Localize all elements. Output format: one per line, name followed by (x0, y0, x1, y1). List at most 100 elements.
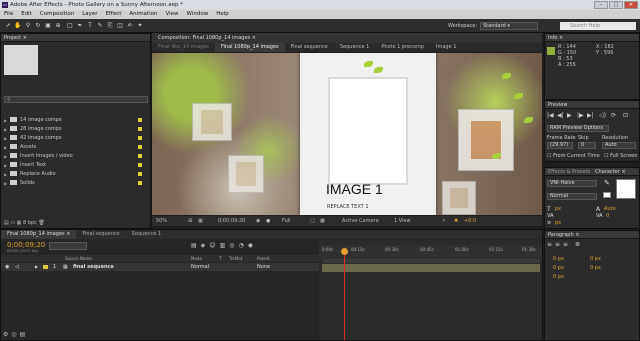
menu-view[interactable]: View (165, 10, 178, 19)
info-tab[interactable]: Info × (545, 34, 639, 42)
roi-icon[interactable]: ▢ (310, 216, 315, 226)
tab-character[interactable]: Character × (595, 169, 625, 175)
composition-viewer[interactable]: IMAGE 1 REPLACE TEXT 1 (152, 53, 542, 215)
tab-sequence-1[interactable]: Sequence 1 (334, 43, 375, 52)
current-timecode[interactable]: 0;00;09;20 (7, 241, 45, 249)
safe-zones-icon[interactable]: ⊞ (188, 216, 192, 226)
frame-blend-icon[interactable]: ▥ (220, 242, 230, 249)
resolution-field[interactable]: Auto (602, 142, 636, 149)
first-frame-button[interactable]: |◀ (547, 112, 554, 119)
space-after-field[interactable]: 0 px (590, 265, 601, 271)
playhead[interactable] (344, 250, 345, 340)
align-right-icon[interactable]: ≡ (563, 241, 568, 248)
timeline-search-input[interactable] (49, 242, 87, 250)
tab-photo-1-precomp[interactable]: Photo 1 precomp (375, 43, 430, 52)
play-button[interactable]: ▶ (567, 112, 572, 119)
expand-icon[interactable]: ▶ (35, 263, 38, 271)
resolution-dropdown[interactable]: Full (282, 216, 291, 226)
zoom-tool-icon[interactable]: ⚲ (24, 22, 32, 30)
project-item[interactable]: ▶ Replace Audio (4, 170, 144, 179)
interpret-icon[interactable]: ▤ (4, 220, 9, 226)
workspace-dropdown[interactable]: Standard ▾ (480, 22, 538, 30)
project-item[interactable]: ▶ 28 image comps (4, 125, 144, 134)
pen-tool-icon[interactable]: ✒ (76, 22, 84, 30)
frame-rate-field[interactable]: (29.97) (547, 142, 573, 149)
ram-preview-options-dropdown[interactable]: RAM Preview Options (547, 125, 609, 132)
rect-tool-icon[interactable]: □ (66, 22, 74, 30)
minimize-button[interactable]: – (594, 1, 608, 9)
time-ruler[interactable]: 0:00s 00:15s 00:30s 00:45s 01:00s 01:15s… (319, 245, 542, 259)
label-color-icon[interactable] (138, 172, 142, 176)
paragraph-tab[interactable]: Paragraph × (545, 231, 639, 239)
arrow-tool-icon[interactable]: ➚ (4, 22, 12, 30)
puppet-tool-icon[interactable]: ✦ (136, 22, 144, 30)
project-item[interactable]: ▶ Insert Images / video (4, 152, 144, 161)
next-frame-button[interactable]: |▶ (577, 112, 584, 119)
justify-icon[interactable]: ≣ (575, 241, 580, 248)
first-line-indent-field[interactable]: 0 px (553, 274, 564, 280)
label-color-icon[interactable] (43, 265, 48, 269)
exposure-icon[interactable]: ✺ (454, 216, 458, 226)
skip-field[interactable]: 0 (578, 142, 596, 149)
work-area-bar[interactable] (322, 259, 540, 263)
close-button[interactable]: ✕ (624, 1, 638, 9)
col-mode[interactable]: Mode (191, 255, 202, 262)
fill-color-swatch[interactable] (616, 179, 636, 199)
magnification-dropdown[interactable]: 50% (156, 216, 167, 226)
grid-icon[interactable]: ▦ (198, 216, 203, 226)
col-parent[interactable]: Parent (257, 255, 270, 262)
font-size-field[interactable]: px (555, 206, 561, 212)
toggle-modes-icon[interactable]: ◎ (11, 331, 19, 338)
last-frame-button[interactable]: ▶| (587, 112, 594, 119)
graph-editor-icon[interactable]: ◔ (238, 242, 247, 249)
layer-row[interactable]: ◉ ◁ ▶ 1 ▦ final sequence Normal None (1, 263, 319, 271)
eraser-tool-icon[interactable]: ◫ (116, 22, 124, 30)
menu-animation[interactable]: Animation (129, 10, 157, 19)
leading-field[interactable]: Auto (604, 206, 616, 212)
search-help-input[interactable]: Search Help (560, 22, 636, 30)
stroke-width-field[interactable]: px (555, 220, 561, 226)
label-color-icon[interactable] (138, 163, 142, 167)
layer-name[interactable]: final sequence (73, 263, 114, 271)
space-before-field[interactable]: 0 px (553, 265, 564, 271)
label-color-icon[interactable] (138, 181, 142, 185)
comp-mini-flowchart-icon[interactable]: ▤ (191, 242, 201, 249)
exposure-value[interactable]: +0.0 (464, 216, 476, 226)
stroke-color-swatch[interactable] (603, 192, 611, 198)
audio-button[interactable]: ◁) (599, 112, 606, 119)
timeline-graph[interactable]: 0:00s 00:15s 00:30s 00:45s 01:00s 01:15s… (319, 240, 542, 340)
font-style-dropdown[interactable]: Normal (547, 193, 597, 200)
tab-effects-presets[interactable]: Effects & Presets (548, 169, 590, 175)
viewer-timecode[interactable]: 0;00;09;20 (218, 216, 245, 226)
views-dropdown[interactable]: 1 View (394, 216, 411, 226)
menu-file[interactable]: File (4, 10, 13, 19)
fast-preview-icon[interactable]: ⚡ (442, 216, 446, 226)
label-color-icon[interactable] (138, 127, 142, 131)
preview-tab[interactable]: Preview (545, 101, 639, 109)
layer-mode-dropdown[interactable]: Normal (191, 263, 209, 271)
menu-layer[interactable]: Layer (82, 10, 97, 19)
tab-image-1[interactable]: Image 1 (430, 43, 462, 52)
toggle-in-out-icon[interactable]: ▤ (20, 331, 29, 338)
label-color-icon[interactable] (138, 118, 142, 122)
project-item[interactable]: ▶ Insert Text (4, 161, 144, 170)
layer-parent-dropdown[interactable]: None (257, 263, 270, 271)
eyedropper-icon[interactable]: ✎ (604, 179, 610, 187)
tab-timeline-final-1080p[interactable]: Final 1080p_14 images × (1, 230, 77, 239)
composition-panel-tab[interactable]: Composition: Final 1080p_14 images × (152, 33, 542, 43)
transparency-icon[interactable]: ▩ (320, 216, 325, 226)
loop-button[interactable]: ⟳ (611, 112, 616, 119)
col-t[interactable]: T (219, 255, 221, 262)
draft-3d-icon[interactable]: ◈ (201, 242, 210, 249)
tab-final-1080p[interactable]: Final 1080p_14 images (215, 43, 285, 52)
project-item[interactable]: ▶ 42 image comps (4, 134, 144, 143)
from-current-time-checkbox[interactable]: ☐ From Current Time (547, 153, 600, 159)
bpc-label[interactable]: 8 bpc (23, 220, 37, 226)
prev-frame-button[interactable]: ◀| (557, 112, 564, 119)
col-source-name[interactable]: Source Name (65, 255, 92, 262)
menu-help[interactable]: Help (216, 10, 229, 19)
project-search-input[interactable]: ⚲ (4, 96, 148, 103)
type-tool-icon[interactable]: T (86, 22, 94, 30)
layer-duration-bar[interactable] (322, 264, 540, 272)
new-comp-icon[interactable]: ▦ (17, 220, 22, 226)
